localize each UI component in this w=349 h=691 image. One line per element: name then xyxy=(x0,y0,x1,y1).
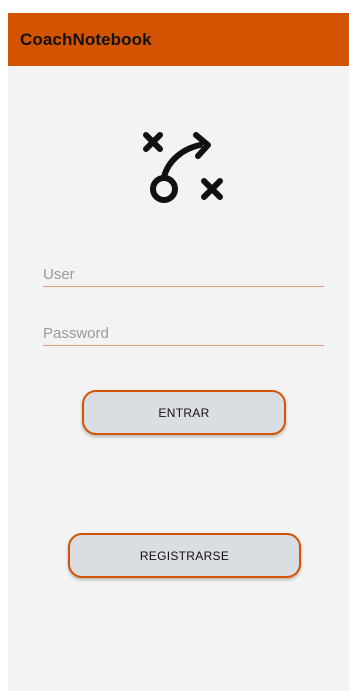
password-input[interactable] xyxy=(43,325,324,342)
app-bar: CoachNotebook xyxy=(8,13,349,66)
register-button[interactable]: REGISTRARSE xyxy=(68,533,301,578)
app-title: CoachNotebook xyxy=(20,29,152,49)
app-screen: CoachNotebook ENTRAR REGISTRARSE xyxy=(8,13,349,691)
user-input[interactable] xyxy=(43,266,324,283)
user-field[interactable] xyxy=(43,256,324,287)
enter-button-label: ENTRAR xyxy=(158,405,210,420)
tactics-play-icon xyxy=(143,132,223,203)
register-button-label: REGISTRARSE xyxy=(139,548,230,563)
enter-button[interactable]: ENTRAR xyxy=(82,390,286,435)
password-field[interactable] xyxy=(43,315,324,346)
